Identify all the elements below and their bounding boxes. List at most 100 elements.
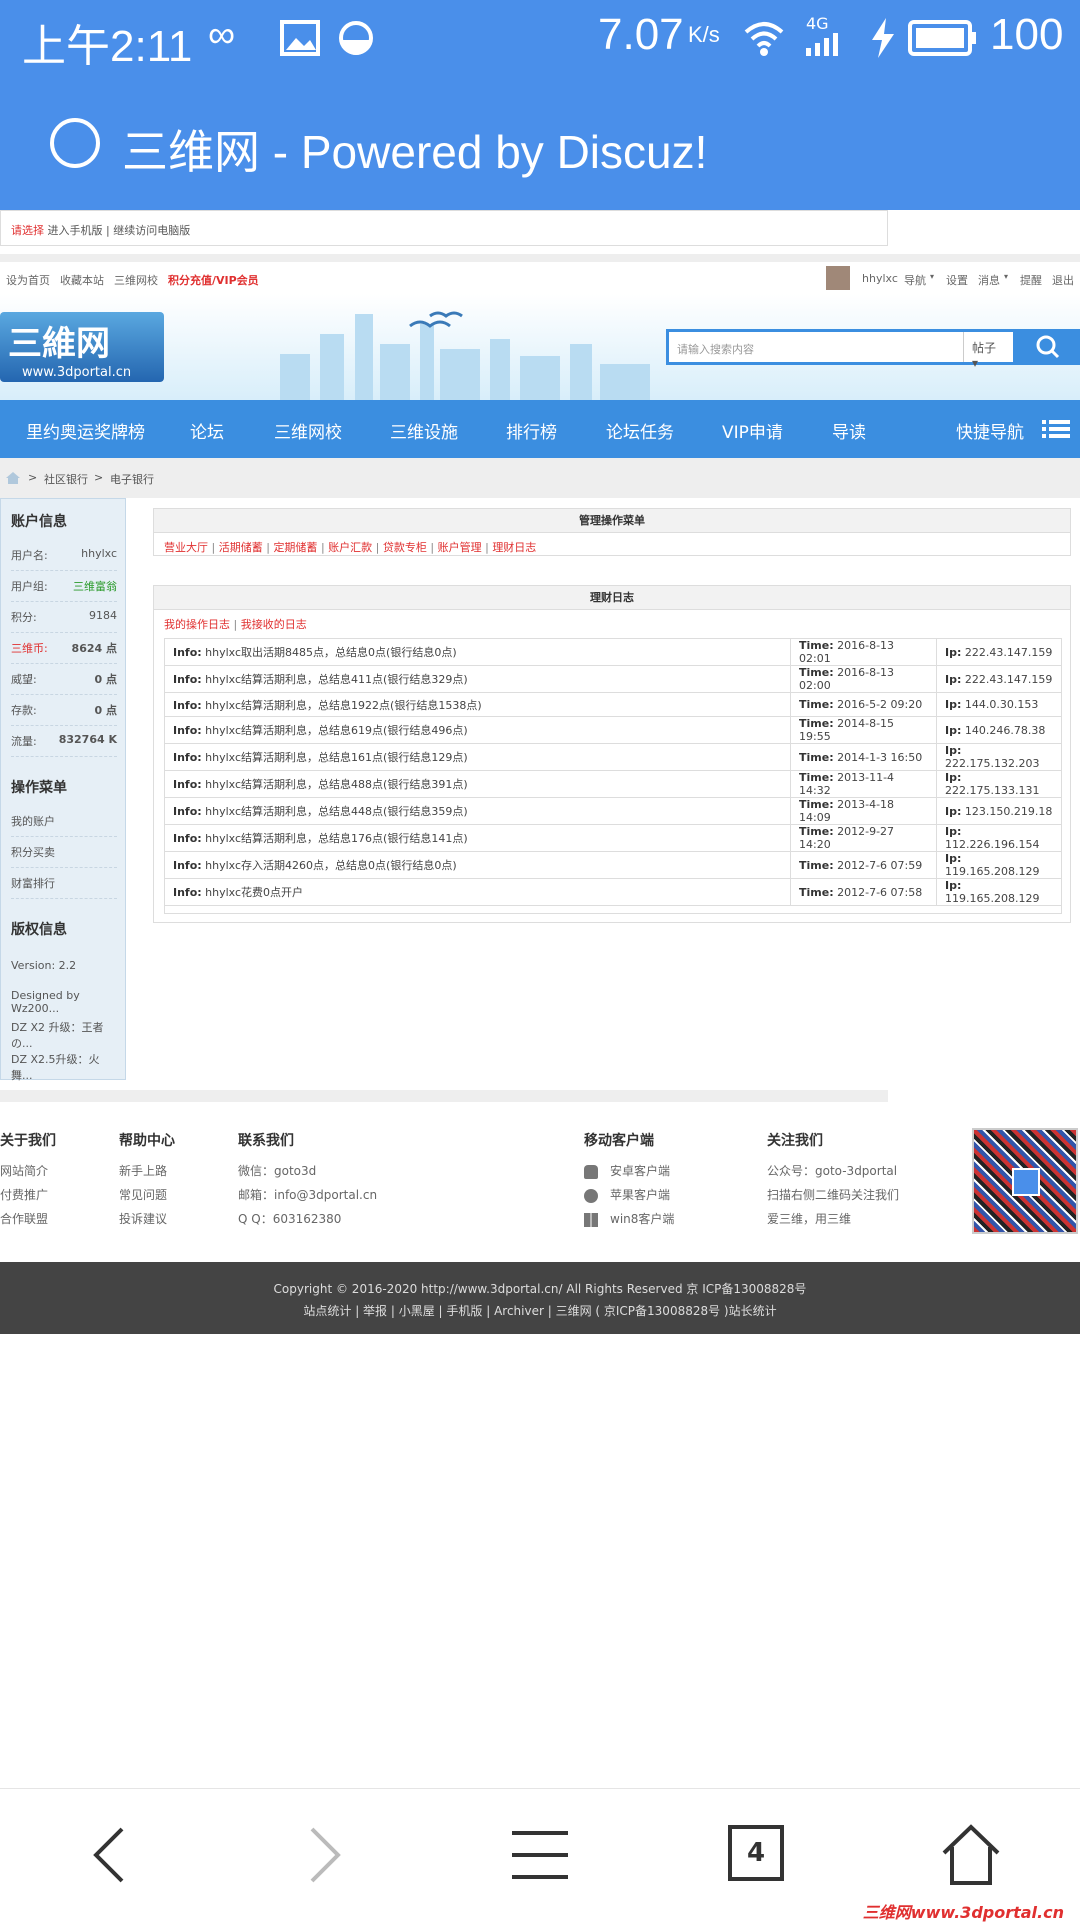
row-label: 用户名: [11,549,48,562]
quick-nav[interactable]: 快捷导航 [956,418,1024,443]
nav-menu-link[interactable]: 导航 [904,272,926,288]
forward-icon[interactable] [306,1825,346,1885]
tab-received-logs[interactable]: 我接收的日志 [241,618,307,631]
link-account-manage[interactable]: 账户管理 [438,541,482,554]
site-banner: 三維网 www.3dportal.cn 请输入搜索内容 帖子 ▾ [0,294,1080,400]
list-menu-icon[interactable] [1042,418,1070,440]
log-time-cell: Time: 2013-11-4 14:32 [790,770,937,799]
nav-vip-apply[interactable]: VIP申请 [722,418,783,443]
menu-wealth-ranking[interactable]: 财富排行 [11,875,117,899]
log-ip-cell: Ip: 112.226.196.154 [936,824,1062,853]
home-icon[interactable] [6,472,20,484]
settings-link[interactable]: 设置 [946,272,968,288]
messages-link[interactable]: 消息 [978,272,1000,288]
copyright-info-title: 版权信息 [11,922,67,938]
username-link[interactable]: hhylxc [862,272,898,285]
footer-link[interactable]: 投诉建议 [119,1210,175,1234]
prompt-choose: 请选择 [11,224,44,237]
menu-my-account[interactable]: 我的账户 [11,813,117,837]
nav-guide[interactable]: 导读 [832,418,866,443]
upgrade-x25-text: DZ X2.5升级：火舞... [11,1053,100,1082]
tab-my-logs[interactable]: 我的操作日志 [164,618,230,631]
windows-icon [584,1212,598,1227]
nav-tasks[interactable]: 论坛任务 [606,418,674,443]
footer-links-line[interactable]: 站点统计 | 举报 | 小黑屋 | 手机版 | Archiver | 三维网 (… [0,1300,1080,1322]
breadcrumb-bank[interactable]: 社区银行 [44,471,88,487]
log-time-cell: Time: 2014-1-3 16:50 [790,743,937,772]
account-row: 存款: 0 点 [11,702,117,726]
nav-school[interactable]: 三维网校 [274,418,342,443]
manage-links: 营业大厅 | 活期储蓄 | 定期储蓄 | 账户汇款 | 贷款专柜 | 账户管理 … [164,541,537,554]
breadcrumb-ebank[interactable]: 电子银行 [110,471,154,487]
search-button[interactable] [1016,329,1080,365]
home-icon[interactable] [940,1823,1002,1887]
footer-link[interactable]: 合作联盟 [0,1210,56,1234]
link-finance-log[interactable]: 理财日志 [492,541,536,554]
account-row: 用户名: hhylxc [11,547,117,571]
footer-link[interactable]: 常见问题 [119,1186,175,1210]
footer-link[interactable]: 网站简介 [0,1162,56,1186]
infinity-icon: ∞ [208,14,236,56]
footer-follow: 关注我们 公众号：goto-3dportal 扫描右侧二维码关注我们 爱三维，用… [767,1130,899,1234]
log-ip-cell: Ip: 144.0.30.153 [936,691,1062,718]
log-row: Info: hhylxc结算活期利息，总结息176点(银行结息141点) Time… [164,824,1062,853]
log-info-cell: Info: hhylxc结算活期利息，总结息619点(银行结息496点) [164,716,791,745]
row-label: 威望: [11,673,37,686]
account-row: 用户组: 三维富翁 [11,578,117,602]
tabs-button[interactable]: 4 [728,1825,784,1881]
nav-forum[interactable]: 论坛 [190,418,224,443]
footer-ios[interactable]: 苹果客户端 [584,1186,674,1210]
logout-link[interactable]: 退出 [1052,272,1074,288]
row-label: 用户组: [11,580,48,593]
link-lobby[interactable]: 营业大厅 [164,541,208,554]
nav-ranking[interactable]: 排行榜 [506,418,557,443]
set-homepage-link[interactable]: 设为首页 [6,272,50,288]
vip-recharge-link[interactable]: 积分充值/VIP会员 [168,272,259,288]
log-info-cell: Info: hhylxc结算活期利息，总结息1922点(银行结息1538点) [164,691,791,718]
qr-code [972,1128,1078,1234]
half-circle-icon [339,21,373,55]
bookmark-link[interactable]: 收藏本站 [60,272,104,288]
avatar[interactable] [826,266,850,290]
nav-facilities[interactable]: 三维设施 [390,418,458,443]
menu-points-trade[interactable]: 积分买卖 [11,844,117,868]
log-time-cell: Time: 2016-8-13 02:00 [790,665,937,693]
log-time-cell: Time: 2016-8-13 02:01 [790,638,937,666]
footer-email[interactable]: 邮箱：info@3dportal.cn [238,1186,377,1210]
menu-icon[interactable] [510,1829,570,1879]
site-logo[interactable]: 三維网 www.3dportal.cn [0,312,164,382]
image-icon [280,20,320,56]
school-link[interactable]: 三维网校 [114,272,158,288]
footer-help-title: 帮助中心 [119,1133,175,1149]
footer-link[interactable]: 付费推广 [0,1186,56,1210]
link-loan[interactable]: 贷款专柜 [383,541,427,554]
search-icon [1036,335,1060,359]
tab-count: 4 [746,1838,766,1868]
footer-android[interactable]: 安卓客户端 [584,1162,674,1186]
footer-link[interactable]: 新手上路 [119,1162,175,1186]
link-demand-deposit[interactable]: 活期储蓄 [219,541,263,554]
account-row: 积分: 9184 [11,609,117,633]
log-time-cell: Time: 2016-5-2 09:20 [790,691,937,718]
row-value: 8624 点 [71,642,117,655]
footer-wechat-account: 公众号：goto-3dportal [767,1164,898,1178]
link-fixed-deposit[interactable]: 定期储蓄 [273,541,317,554]
search-scope-select[interactable]: 帖子 ▾ [963,332,1013,370]
link-transfer[interactable]: 账户汇款 [328,541,372,554]
enter-mobile-link[interactable]: 进入手机版 [48,224,103,237]
row-label: 存款: [11,704,37,717]
browser-bottom-bar: 4 三维网www.3dportal.cn [0,1788,1080,1922]
apple-icon [584,1188,598,1203]
log-row: Info: hhylxc结算活期利息，总结息488点(银行结息391点) Time… [164,770,1062,799]
footer-contact-title: 联系我们 [238,1133,294,1149]
continue-pc-link[interactable]: 继续访问电脑版 [113,224,190,237]
designer-text: Designed by Wz200... [11,989,80,1015]
log-row-empty [164,905,1062,915]
back-icon[interactable] [88,1825,128,1885]
footer-win8[interactable]: win8客户端 [584,1210,674,1234]
search-input[interactable]: 请输入搜索内容 帖子 ▾ [666,329,1016,370]
manage-menu-title: 管理操作菜单 [154,509,1070,533]
copyright-line: Copyright © 2016-2020 http://www.3dporta… [273,1282,807,1296]
nav-olympics[interactable]: 里约奥运奖牌榜 [26,418,145,443]
reminders-link[interactable]: 提醒 [1020,272,1042,288]
